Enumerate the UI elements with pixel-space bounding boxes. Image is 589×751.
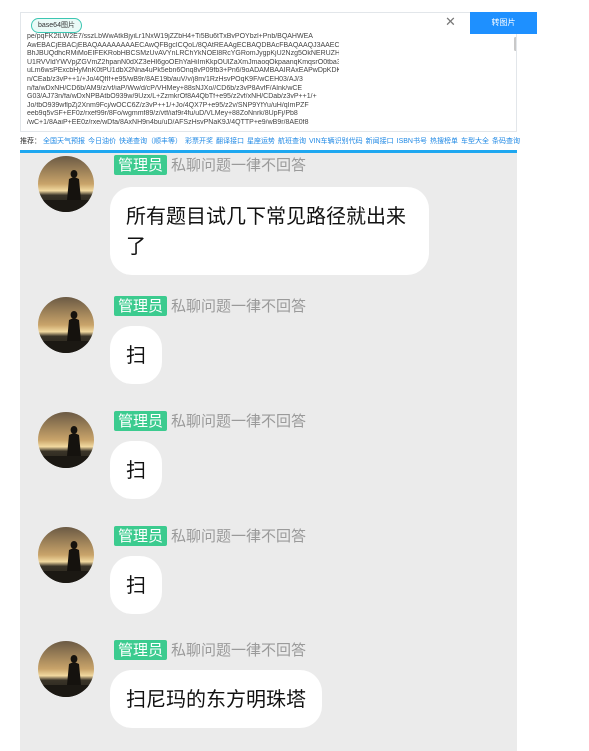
recommend-link[interactable]: 新闻接口 [366,138,394,145]
sender-row: 管理员 私聊问题一律不回答 [114,526,306,546]
message-bubble[interactable]: 扫尼玛的东方明珠塔 [110,670,322,728]
base64-converter-panel: base64图片 ✕ pe/pqFK2tLW2E7/sszLbWwAtkBjyi… [20,12,537,135]
recommend-link[interactable]: 热搜榜单 [430,138,458,145]
base64-line: uLm6wsPExcbHyMnK0tPU1dbX2Nna4uPk5ebn6Onq… [27,67,339,75]
base64-line: eeb9q5vSF+EF0z/rxef99r/8Fo/wgmmf89/z/vtf… [27,110,298,118]
recommend-link[interactable]: VIN车辆识别代码 [309,138,363,145]
avatar-silhouette-icon[interactable] [38,412,94,468]
recommend-link[interactable]: 全国天气预报 [43,138,85,145]
recommend-link[interactable]: 翻译接口 [216,138,244,145]
base64-line: G03/AJ73n/fa/wDxNPBAtbO939w/9Uzx/L+Zzmkr… [27,93,317,101]
admin-badge: 管理员 [114,640,168,660]
base64-text[interactable]: pe/pqFK2tLW2E7/sszLbWwAtkBjyiLr1NxW19jZZ… [27,33,339,128]
base64-line: Jo/tbO939wflpZj2Xnm9Fcj/wOCC6Z/z3vP++1/+… [27,101,309,109]
recommend-bar: 推荐： 全国天气预报 今日油价 快递查询（顺丰等） 彩票开奖 翻译接口 星座运势 航班查询 V… [20,135,520,149]
sender-nickname: 私聊问题一律不回答 [171,156,307,174]
base64-line: BhJBUQdhcRMiMoEIFEKRobHBCSMzUvAVYnLRChYk… [27,50,339,58]
recommend-link[interactable]: 彩票开奖 [185,138,213,145]
chat-area: 管理员 私聊问题一律不回答 所有题目试几下常见路径就出来了 管理员 私聊问题一律不回答… [20,153,517,751]
message-bubble[interactable]: 扫 [110,556,162,614]
recommend-link[interactable]: 今日油价 [88,138,116,145]
avatar-silhouette-icon[interactable] [38,527,94,583]
recommend-link[interactable]: ISBN书号 [397,138,427,145]
close-icon[interactable]: ✕ [445,15,456,30]
base64-line: U1RVVldYWVpjZGVmZ2hpanN0dXZ3eHl6goOEhYaH… [27,58,339,66]
recommend-link[interactable]: 星座运势 [247,138,275,145]
base64-input[interactable]: base64图片 ✕ pe/pqFK2tLW2E7/sszLbWwAtkBjyi… [20,12,517,132]
sender-nickname: 私聊问题一律不回答 [171,641,307,659]
avatar-silhouette-icon[interactable] [38,297,94,353]
recommend-link[interactable]: 条码查询 [492,138,520,145]
base64-tag: base64图片 [31,18,82,33]
avatar-silhouette-icon[interactable] [38,641,94,697]
base64-line: /wC+1/8AaiP+EE0z/rxe/wDfa/8AxNH9n4bu/uD/… [27,118,309,126]
sender-row: 管理员 私聊问题一律不回答 [114,296,306,316]
admin-badge: 管理员 [114,411,168,431]
sender-nickname: 私聊问题一律不回答 [171,412,307,430]
message-bubble[interactable]: 所有题目试几下常见路径就出来了 [110,187,429,275]
recommend-label: 推荐： [20,138,41,145]
admin-badge: 管理员 [114,296,168,316]
convert-to-image-button[interactable]: 转图片 [470,12,537,34]
sender-row: 管理员 私聊问题一律不回答 [114,640,306,660]
admin-badge: 管理员 [114,155,168,175]
base64-line: n/CEab/z3vP++1/+Jo/4QfIf+e95/wB9r/8AE19b… [27,75,303,83]
message-bubble[interactable]: 扫 [110,441,162,499]
base64-line: AwEBACjEBACjEBAQAAAAAAAAECAwQFBgcICQoL/8… [27,41,339,49]
admin-badge: 管理员 [114,526,168,546]
base64-line: n/fa/wDxNH/CD6b/AM9/z/vf/iaP/Ww/d/cP/VHM… [27,84,303,92]
textarea-scrollbar[interactable] [514,37,516,51]
sender-row: 管理员 私聊问题一律不回答 [114,411,306,431]
sender-row: 管理员 私聊问题一律不回答 [114,155,306,175]
base64-line: pe/pqFK2tLW2E7/sszLbWwAtkBjyiLr1NxW19jZZ… [27,33,313,40]
sender-nickname: 私聊问题一律不回答 [171,297,307,315]
message-bubble[interactable]: 扫 [110,326,162,384]
recommend-link[interactable]: 航班查询 [278,138,306,145]
avatar-silhouette-icon[interactable] [38,156,94,212]
recommend-link[interactable]: 车型大全 [461,138,489,145]
recommend-link[interactable]: 快递查询（顺丰等） [119,138,182,145]
sender-nickname: 私聊问题一律不回答 [171,527,307,545]
